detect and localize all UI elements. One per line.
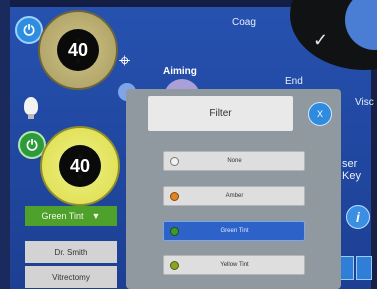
aiming-dial[interactable]: ▲ 40 ▼ (38, 10, 118, 90)
filter-option-label: Yellow Tint (220, 262, 249, 268)
bulb-icon (24, 97, 38, 115)
laser-control-screen: ⏻ ▲ 40 ▼ ⌖ ⏻ ▲ 40 ▼ Green Tint ▼ Dr. Smi… (0, 0, 377, 289)
visc-label: Visc (355, 97, 374, 108)
chevron-up-icon[interactable]: ▲ (76, 150, 85, 160)
info-icon[interactable]: i (346, 205, 370, 229)
chevron-down-icon[interactable]: ▼ (76, 172, 85, 182)
filter-option-green-tint[interactable]: Green Tint (163, 221, 305, 241)
power-dial-core: ▲ 40 ▼ (59, 145, 101, 187)
filter-option-yellow-tint[interactable]: Yellow Tint (163, 255, 305, 275)
user-keys-label: ser Key (342, 158, 361, 182)
aiming-dial-core: ▲ 40 ▼ (57, 29, 99, 71)
power-icon: ⏻ (23, 21, 35, 38)
radio-dot-icon (170, 260, 179, 270)
green-tint-label: Green Tint (41, 211, 84, 221)
radio-dot-icon (170, 226, 179, 236)
radio-dot-icon (170, 156, 179, 166)
bulb-base (28, 114, 34, 119)
chevron-down-icon[interactable]: ▼ (74, 56, 83, 66)
check-icon: ✓ (313, 30, 329, 50)
filter-dialog-title: Filter (148, 96, 293, 131)
side-button-2[interactable] (356, 256, 372, 280)
filter-option-label: None (227, 158, 242, 164)
power-icon: ⏻ (26, 136, 38, 153)
aiming-label: Aiming (163, 66, 197, 77)
close-button[interactable]: X (308, 102, 332, 126)
chevron-up-icon[interactable]: ▲ (74, 34, 83, 44)
doctor-button[interactable]: Dr. Smith (25, 241, 117, 263)
caret-down-icon: ▼ (91, 211, 101, 221)
left-bezel (0, 0, 10, 289)
coag-label: Coag (232, 17, 256, 28)
power-dial[interactable]: ▲ 40 ▼ (40, 126, 120, 206)
filter-option-label: Amber (225, 193, 244, 199)
radio-dot-icon (170, 191, 179, 201)
crosshair-icon[interactable]: ⌖ (119, 51, 130, 71)
green-tint-button[interactable]: Green Tint ▼ (25, 206, 117, 226)
filter-option-none[interactable]: None (163, 151, 305, 171)
procedure-button[interactable]: Vitrectomy (25, 266, 117, 288)
end-label: End (285, 76, 303, 87)
filter-option-label: Green Tint (220, 228, 249, 234)
filter-option-amber[interactable]: Amber (163, 186, 305, 206)
